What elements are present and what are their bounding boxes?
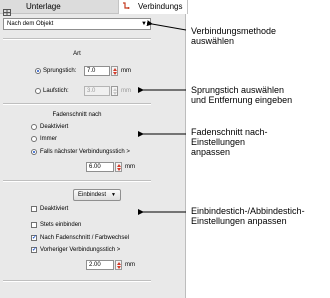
callout-sprungstich-line2: und Entfernung eingeben	[191, 95, 293, 105]
callout-einbindest: Einbindestich-/Abbindestich- Einstellung…	[191, 206, 305, 226]
callout-arrow-method	[146, 20, 187, 31]
callout-method: Verbindungsmethode auswählen	[191, 26, 276, 46]
callout-method-line2: auswählen	[191, 36, 235, 46]
callout-method-line1: Verbindungsmethode	[191, 26, 277, 36]
callout-fadenschnitt-line1: Fadenschnitt nach-	[191, 127, 268, 137]
callout-fadenschnitt-line3: anpassen	[191, 147, 231, 157]
callout-fadenschnitt: Fadenschnitt nach- Einstellungen anpasse…	[191, 127, 268, 157]
callout-fadenschnitt-line2: Einstellungen	[191, 137, 246, 147]
callout-sprungstich: Sprungstich auswählen und Entfernung ein…	[191, 85, 292, 105]
callout-arrows	[138, 20, 187, 215]
callout-sprungstich-line1: Sprungstich auswählen	[191, 85, 285, 95]
callout-einbindest-line2: Einstellungen anpassen	[191, 216, 287, 226]
callout-einbindest-line1: Einbindestich-/Abbindestich-	[191, 206, 305, 216]
